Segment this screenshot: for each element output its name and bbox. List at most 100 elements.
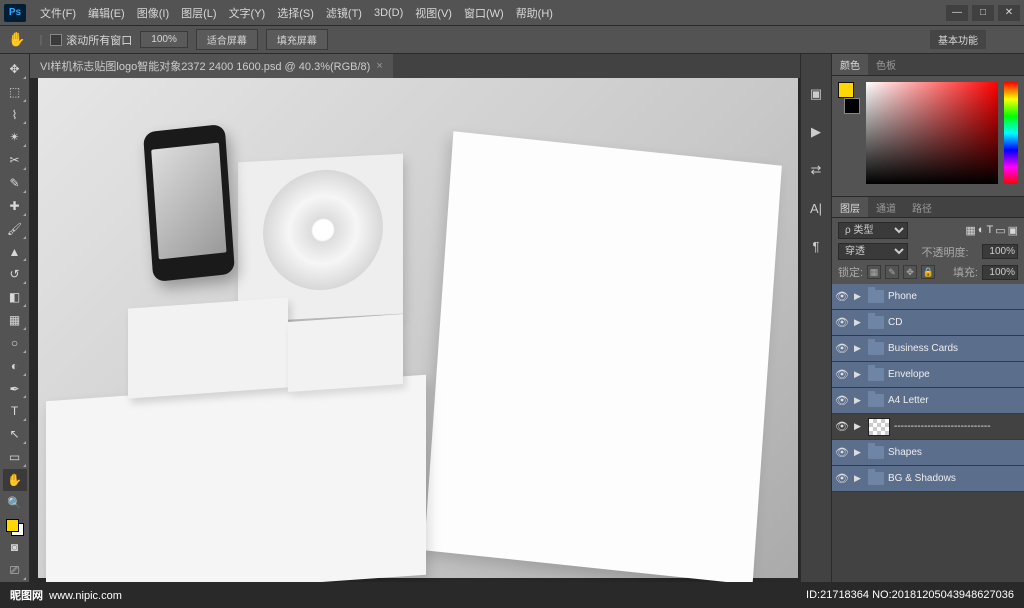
- fill-input[interactable]: [982, 265, 1018, 280]
- visibility-toggle-icon[interactable]: 👁: [834, 394, 850, 407]
- maximize-button[interactable]: □: [972, 5, 994, 21]
- fg-bg-color[interactable]: [838, 82, 860, 114]
- fill-label: 填充:: [953, 264, 978, 280]
- magic-wand-tool[interactable]: ✴: [3, 126, 27, 148]
- visibility-toggle-icon[interactable]: 👁: [834, 316, 850, 329]
- menu-select[interactable]: 选择(S): [271, 5, 320, 21]
- lock-all-icon[interactable]: 🔒: [921, 265, 935, 279]
- visibility-toggle-icon[interactable]: 👁: [834, 446, 850, 459]
- tab-color[interactable]: 颜色: [832, 54, 868, 75]
- layer-row[interactable]: 👁▶Business Cards: [832, 336, 1024, 362]
- expand-arrow-icon[interactable]: ▶: [854, 447, 864, 458]
- minimize-button[interactable]: —: [946, 5, 968, 21]
- eraser-tool[interactable]: ◧: [3, 286, 27, 308]
- layer-row[interactable]: 👁▶Envelope: [832, 362, 1024, 388]
- visibility-toggle-icon[interactable]: 👁: [834, 420, 850, 433]
- tab-layers[interactable]: 图层: [832, 197, 868, 217]
- crop-tool[interactable]: ✂: [3, 149, 27, 171]
- color-swatch[interactable]: [6, 519, 24, 537]
- actions-panel-icon[interactable]: ▶: [806, 122, 826, 142]
- tab-swatches[interactable]: 色板: [868, 54, 904, 75]
- expand-arrow-icon[interactable]: ▶: [854, 317, 864, 328]
- eyedropper-tool[interactable]: ✎: [3, 172, 27, 194]
- color-picker-field[interactable]: [866, 82, 998, 184]
- zoom-tool[interactable]: 🔍: [3, 492, 27, 514]
- tab-paths[interactable]: 路径: [904, 197, 940, 217]
- blur-tool[interactable]: ○: [3, 332, 27, 354]
- filter-type-icon[interactable]: T: [986, 224, 993, 237]
- menu-file[interactable]: 文件(F): [34, 5, 82, 21]
- history-panel-icon[interactable]: ▣: [806, 84, 826, 104]
- paragraph-panel-icon[interactable]: ¶: [806, 236, 826, 256]
- healing-tool[interactable]: ✚: [3, 195, 27, 217]
- lock-pos-icon[interactable]: ✥: [903, 265, 917, 279]
- menu-3d[interactable]: 3D(D): [368, 7, 409, 19]
- filter-smart-icon[interactable]: ▣: [1008, 224, 1018, 237]
- layer-name: Shapes: [888, 447, 1022, 458]
- layer-row[interactable]: 👁 ▶ Phone: [832, 284, 1024, 310]
- menu-edit[interactable]: 编辑(E): [82, 5, 131, 21]
- visibility-toggle-icon[interactable]: 👁: [834, 290, 850, 303]
- opacity-input[interactable]: [982, 244, 1018, 259]
- collapsed-panel-strip: ▣ ▶ ⇄ A| ¶: [800, 54, 832, 582]
- scroll-all-checkbox[interactable]: 滚动所有窗口: [50, 32, 132, 48]
- menu-filter[interactable]: 滤镜(T): [320, 5, 368, 21]
- fit-screen-button[interactable]: 适合屏幕: [196, 29, 258, 50]
- history-brush-tool[interactable]: ↺: [3, 263, 27, 285]
- hue-slider[interactable]: [1004, 82, 1018, 184]
- layer-row[interactable]: 👁 ▶ Shapes: [832, 440, 1024, 466]
- gradient-tool[interactable]: ▦: [3, 309, 27, 331]
- watermark-footer: 昵图网 www.nipic.com ID:21718364 NO:2018120…: [0, 582, 1024, 608]
- menu-view[interactable]: 视图(V): [409, 5, 458, 21]
- close-tab-icon[interactable]: ×: [376, 60, 382, 72]
- hand-tool[interactable]: ✋: [3, 469, 27, 491]
- menu-type[interactable]: 文字(Y): [223, 5, 272, 21]
- brush-tool[interactable]: 🖌: [3, 218, 27, 240]
- layer-row[interactable]: 👁▶CD: [832, 310, 1024, 336]
- properties-panel-icon[interactable]: ⇄: [806, 160, 826, 180]
- stamp-tool[interactable]: ▲: [3, 241, 27, 263]
- shape-tool[interactable]: ▭: [3, 446, 27, 468]
- expand-arrow-icon[interactable]: ▶: [854, 369, 864, 380]
- layer-filter-kind[interactable]: ρ 类型: [838, 222, 908, 239]
- layer-row[interactable]: 👁▶BG & Shadows: [832, 466, 1024, 492]
- expand-arrow-icon[interactable]: ▶: [854, 395, 864, 406]
- quick-mask-toggle[interactable]: ◙: [3, 536, 27, 558]
- dodge-tool[interactable]: ◐: [3, 355, 27, 377]
- close-button[interactable]: ✕: [998, 5, 1020, 21]
- character-panel-icon[interactable]: A|: [806, 198, 826, 218]
- path-select-tool[interactable]: ↖: [3, 423, 27, 445]
- fill-screen-button[interactable]: 填充屏幕: [266, 29, 328, 50]
- expand-arrow-icon[interactable]: ▶: [854, 343, 864, 354]
- type-tool[interactable]: T: [3, 400, 27, 422]
- document-tab[interactable]: VI样机标志贴图logo智能对象2372 2400 1600.psd @ 40.…: [30, 54, 393, 78]
- tab-channels[interactable]: 通道: [868, 197, 904, 217]
- menu-layer[interactable]: 图层(L): [175, 5, 222, 21]
- screen-mode-toggle[interactable]: ⎚: [3, 559, 27, 581]
- menu-image[interactable]: 图像(I): [131, 5, 175, 21]
- expand-arrow-icon[interactable]: ▶: [854, 421, 864, 432]
- layer-name: Phone: [888, 291, 1022, 302]
- workspace-switcher[interactable]: 基本功能: [930, 30, 986, 49]
- filter-pixel-icon[interactable]: ▦: [965, 224, 975, 237]
- lock-paint-icon[interactable]: ✎: [885, 265, 899, 279]
- blend-mode-select[interactable]: 穿透: [838, 243, 908, 260]
- menu-window[interactable]: 窗口(W): [458, 5, 510, 21]
- pen-tool[interactable]: ✒: [3, 378, 27, 400]
- visibility-toggle-icon[interactable]: 👁: [834, 342, 850, 355]
- filter-adjust-icon[interactable]: ◐: [978, 224, 985, 237]
- move-tool[interactable]: ✥: [3, 58, 27, 80]
- expand-arrow-icon[interactable]: ▶: [854, 291, 864, 302]
- visibility-toggle-icon[interactable]: 👁: [834, 368, 850, 381]
- menu-help[interactable]: 帮助(H): [510, 5, 559, 21]
- lock-trans-icon[interactable]: ▦: [867, 265, 881, 279]
- zoom-100-button[interactable]: 100%: [140, 31, 188, 48]
- lasso-tool[interactable]: ⌇: [3, 104, 27, 126]
- expand-arrow-icon[interactable]: ▶: [854, 473, 864, 484]
- visibility-toggle-icon[interactable]: 👁: [834, 472, 850, 485]
- canvas-viewport[interactable]: [30, 78, 800, 582]
- layer-row[interactable]: 👁▶A4 Letter: [832, 388, 1024, 414]
- layer-row[interactable]: 👁▶-----------------------------: [832, 414, 1024, 440]
- filter-shape-icon[interactable]: ▭: [995, 224, 1005, 237]
- marquee-tool[interactable]: ⬚: [3, 81, 27, 103]
